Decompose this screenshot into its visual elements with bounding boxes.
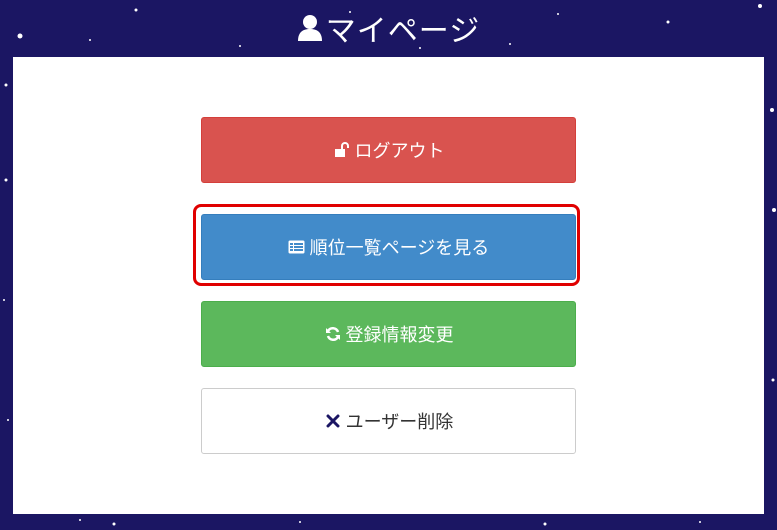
page-title-text: マイページ xyxy=(325,14,481,49)
logout-button[interactable]: ログアウト xyxy=(201,117,576,183)
delete-user-button[interactable]: ユーザー削除 xyxy=(201,388,576,454)
ranking-list-button[interactable]: 順位一覧ページを見る xyxy=(201,214,576,280)
update-info-label: 登録情報変更 xyxy=(345,325,454,346)
page-title: マイページ xyxy=(0,6,777,50)
refresh-icon xyxy=(324,325,342,343)
main-panel: ログアウト 順位一覧ページを見る 登録情報変更 ユーザー削除 xyxy=(13,57,764,514)
close-icon xyxy=(324,412,342,430)
delete-user-label: ユーザー削除 xyxy=(345,412,454,433)
unlock-icon xyxy=(333,141,351,159)
logout-label: ログアウト xyxy=(354,141,445,162)
list-icon xyxy=(288,238,306,256)
update-info-button[interactable]: 登録情報変更 xyxy=(201,301,576,367)
user-icon xyxy=(297,14,323,42)
ranking-list-label: 順位一覧ページを見る xyxy=(309,238,490,259)
